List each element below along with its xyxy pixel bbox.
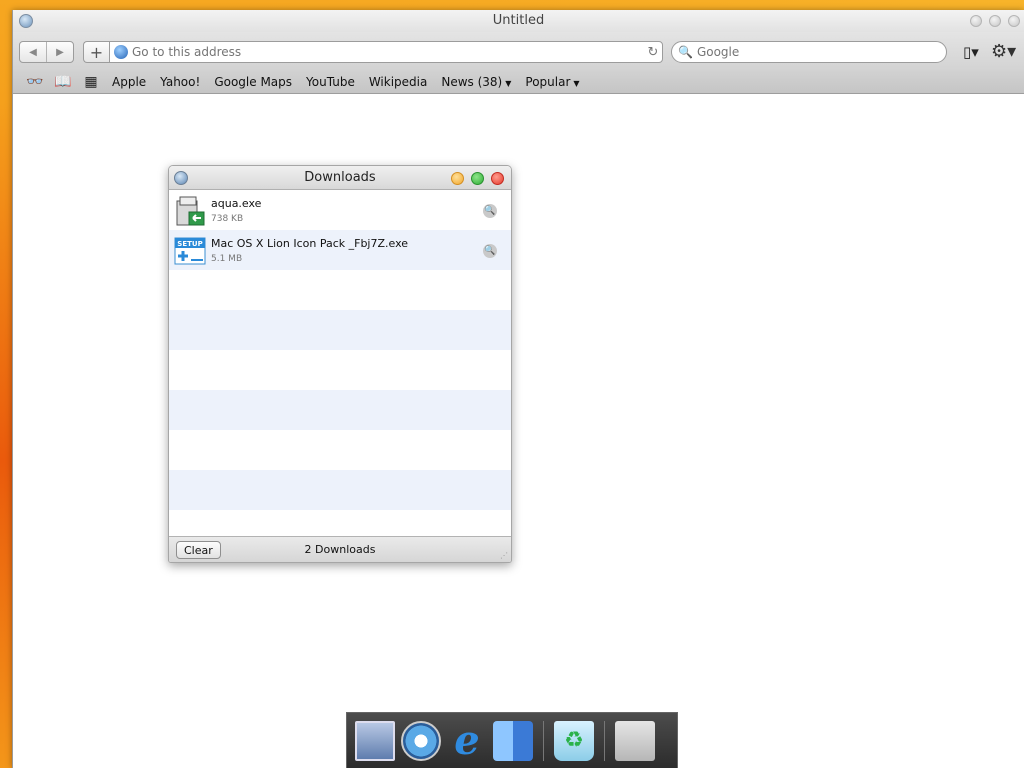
download-filename: Mac OS X Lion Icon Pack _Fbj7Z.exe: [211, 237, 409, 250]
gear-icon[interactable]: ⚙▾: [991, 41, 1016, 62]
dock-separator: [543, 720, 544, 761]
window-title: Untitled: [492, 13, 545, 28]
empty-row: [169, 350, 511, 390]
empty-row: [169, 270, 511, 310]
trash-icon[interactable]: ♻: [554, 720, 594, 761]
forward-button[interactable]: ▶: [46, 42, 73, 62]
empty-row: [169, 310, 511, 350]
download-filesize: 5.1 MB: [211, 254, 243, 264]
maximize-button[interactable]: [989, 15, 1001, 27]
browser-app-icon[interactable]: [19, 14, 33, 28]
plus-icon: +: [89, 42, 104, 62]
chevron-down-icon: ▼: [505, 78, 512, 88]
downloads-list: aqua.exe 738 KB 🔍 SETUP Mac OS X Lion Ic…: [169, 190, 511, 536]
empty-row: [169, 470, 511, 510]
downloads-footer: Clear 2 Downloads ⋰: [169, 536, 511, 562]
mail-icon[interactable]: [355, 720, 395, 761]
installer-file-icon: [176, 196, 205, 226]
download-item[interactable]: aqua.exe 738 KB 🔍: [169, 190, 511, 230]
window-titlebar[interactable]: Untitled: [13, 10, 1024, 32]
bookmarks-bar: 👓 📖 ▦ Apple Yahoo! Google Maps YouTube W…: [13, 70, 1024, 94]
globe-icon: [114, 45, 128, 59]
forward-arrow-icon: ▶: [56, 46, 64, 58]
bookmark-folder-label: Popular: [525, 74, 571, 89]
toolbar: ◀ ▶ + ↻ 🔍 ▯▾ ⚙▾: [13, 32, 1024, 70]
navigation-buttons: ◀ ▶: [19, 41, 74, 63]
bookmark-folder-popular[interactable]: Popular ▼: [518, 75, 586, 89]
page-menu-icon[interactable]: ▯▾: [963, 43, 979, 61]
downloads-app-icon: [174, 171, 188, 185]
window-controls: [970, 15, 1020, 27]
download-filename: aqua.exe: [211, 197, 262, 210]
setup-file-icon: SETUP: [174, 237, 206, 265]
download-item[interactable]: SETUP Mac OS X Lion Icon Pack _Fbj7Z.exe…: [169, 230, 511, 270]
reload-icon[interactable]: ↻: [644, 45, 662, 60]
top-sites-grid-icon[interactable]: ▦: [77, 74, 105, 90]
safari-icon[interactable]: [401, 720, 441, 761]
dock: e ♻: [346, 712, 678, 768]
svg-text:SETUP: SETUP: [177, 240, 202, 248]
close-button[interactable]: [491, 172, 504, 185]
minimize-button[interactable]: [451, 172, 464, 185]
reveal-in-folder-icon[interactable]: 🔍: [483, 244, 497, 258]
empty-row: [169, 430, 511, 470]
internet-explorer-icon[interactable]: e: [447, 720, 487, 761]
dock-separator: [604, 720, 605, 761]
chevron-down-icon: ▼: [573, 78, 580, 88]
back-button[interactable]: ◀: [20, 42, 46, 62]
bookmark-yahoo[interactable]: Yahoo!: [153, 75, 207, 89]
reading-list-icon[interactable]: 👓: [21, 74, 49, 90]
bookmark-youtube[interactable]: YouTube: [299, 75, 362, 89]
download-filesize: 738 KB: [211, 214, 244, 224]
bookmark-folder-news[interactable]: News (38) ▼: [434, 75, 518, 89]
close-button[interactable]: [1008, 15, 1020, 27]
address-input[interactable]: [132, 45, 644, 59]
bookmarks-book-icon[interactable]: 📖: [49, 74, 77, 90]
bookmark-google-maps[interactable]: Google Maps: [207, 75, 299, 89]
browser-window: Untitled ◀ ▶ + ↻ 🔍 ▯▾ ⚙▾: [12, 10, 1024, 768]
reveal-in-folder-icon[interactable]: 🔍: [483, 204, 497, 218]
downloads-titlebar[interactable]: Downloads: [169, 166, 511, 190]
downloads-window: Downloads aqua.exe 738 KB 🔍 SETUP Mac OS…: [168, 165, 512, 563]
resize-grip-icon[interactable]: ⋰: [500, 551, 508, 560]
bookmark-apple[interactable]: Apple: [105, 75, 153, 89]
downloads-window-controls: [451, 172, 504, 185]
empty-row: [169, 390, 511, 430]
bookmark-wikipedia[interactable]: Wikipedia: [362, 75, 435, 89]
downloads-count: 2 Downloads: [304, 543, 376, 556]
search-input[interactable]: [696, 45, 946, 59]
system-preferences-icon[interactable]: [615, 720, 655, 761]
finder-icon[interactable]: [493, 720, 533, 761]
back-arrow-icon: ◀: [29, 46, 37, 58]
address-bar[interactable]: ↻: [109, 41, 663, 63]
downloads-title: Downloads: [304, 170, 376, 185]
bookmark-folder-label: News (38): [441, 74, 503, 89]
search-icon[interactable]: 🔍: [678, 45, 693, 59]
minimize-button[interactable]: [970, 15, 982, 27]
add-bookmark-button[interactable]: +: [83, 41, 109, 63]
zoom-button[interactable]: [471, 172, 484, 185]
search-bar[interactable]: 🔍: [671, 41, 947, 63]
